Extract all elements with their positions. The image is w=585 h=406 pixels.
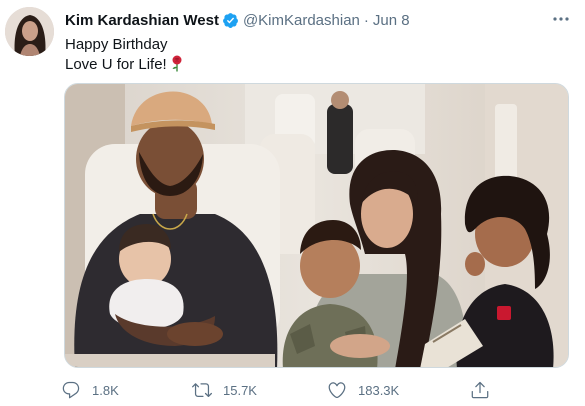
tweet-photo[interactable] <box>64 83 569 368</box>
verified-badge-icon <box>222 12 239 29</box>
tweet[interactable]: Kim Kardashian West @KimKardashian · Jun… <box>0 0 585 406</box>
rose-icon <box>170 55 184 78</box>
reply-count: 1.8K <box>92 382 119 398</box>
retweet-icon <box>191 379 213 401</box>
share-icon <box>469 379 491 401</box>
tweet-header: Kim Kardashian West @KimKardashian · Jun… <box>65 10 410 30</box>
heart-icon <box>326 379 348 401</box>
more-options-button[interactable] <box>548 8 574 30</box>
like-button[interactable]: 183.3K <box>326 377 399 403</box>
display-name[interactable]: Kim Kardashian West <box>65 12 219 29</box>
like-count: 183.3K <box>358 382 400 398</box>
tweet-text-line-2-content: Love U for Life! <box>65 56 167 73</box>
reply-button[interactable]: 1.8K <box>60 377 119 403</box>
separator: · <box>363 11 369 29</box>
tweet-text: Happy Birthday Love U for Life! <box>65 35 184 78</box>
tweet-text-line-2: Love U for Life! <box>65 55 184 78</box>
avatar[interactable] <box>5 7 54 56</box>
retweet-count: 15.7K <box>223 382 257 398</box>
reply-icon <box>60 379 82 401</box>
tweet-actions: 1.8K 15.7K 183.3K <box>60 377 520 403</box>
handle[interactable]: @KimKardashian <box>243 12 360 29</box>
retweet-button[interactable]: 15.7K <box>191 377 257 403</box>
share-button[interactable] <box>469 377 491 403</box>
avatar-image <box>5 7 54 56</box>
family-photo-image <box>65 84 568 367</box>
timestamp[interactable]: Jun 8 <box>373 12 410 29</box>
tweet-text-line-1: Happy Birthday <box>65 36 168 53</box>
more-icon <box>553 17 569 21</box>
